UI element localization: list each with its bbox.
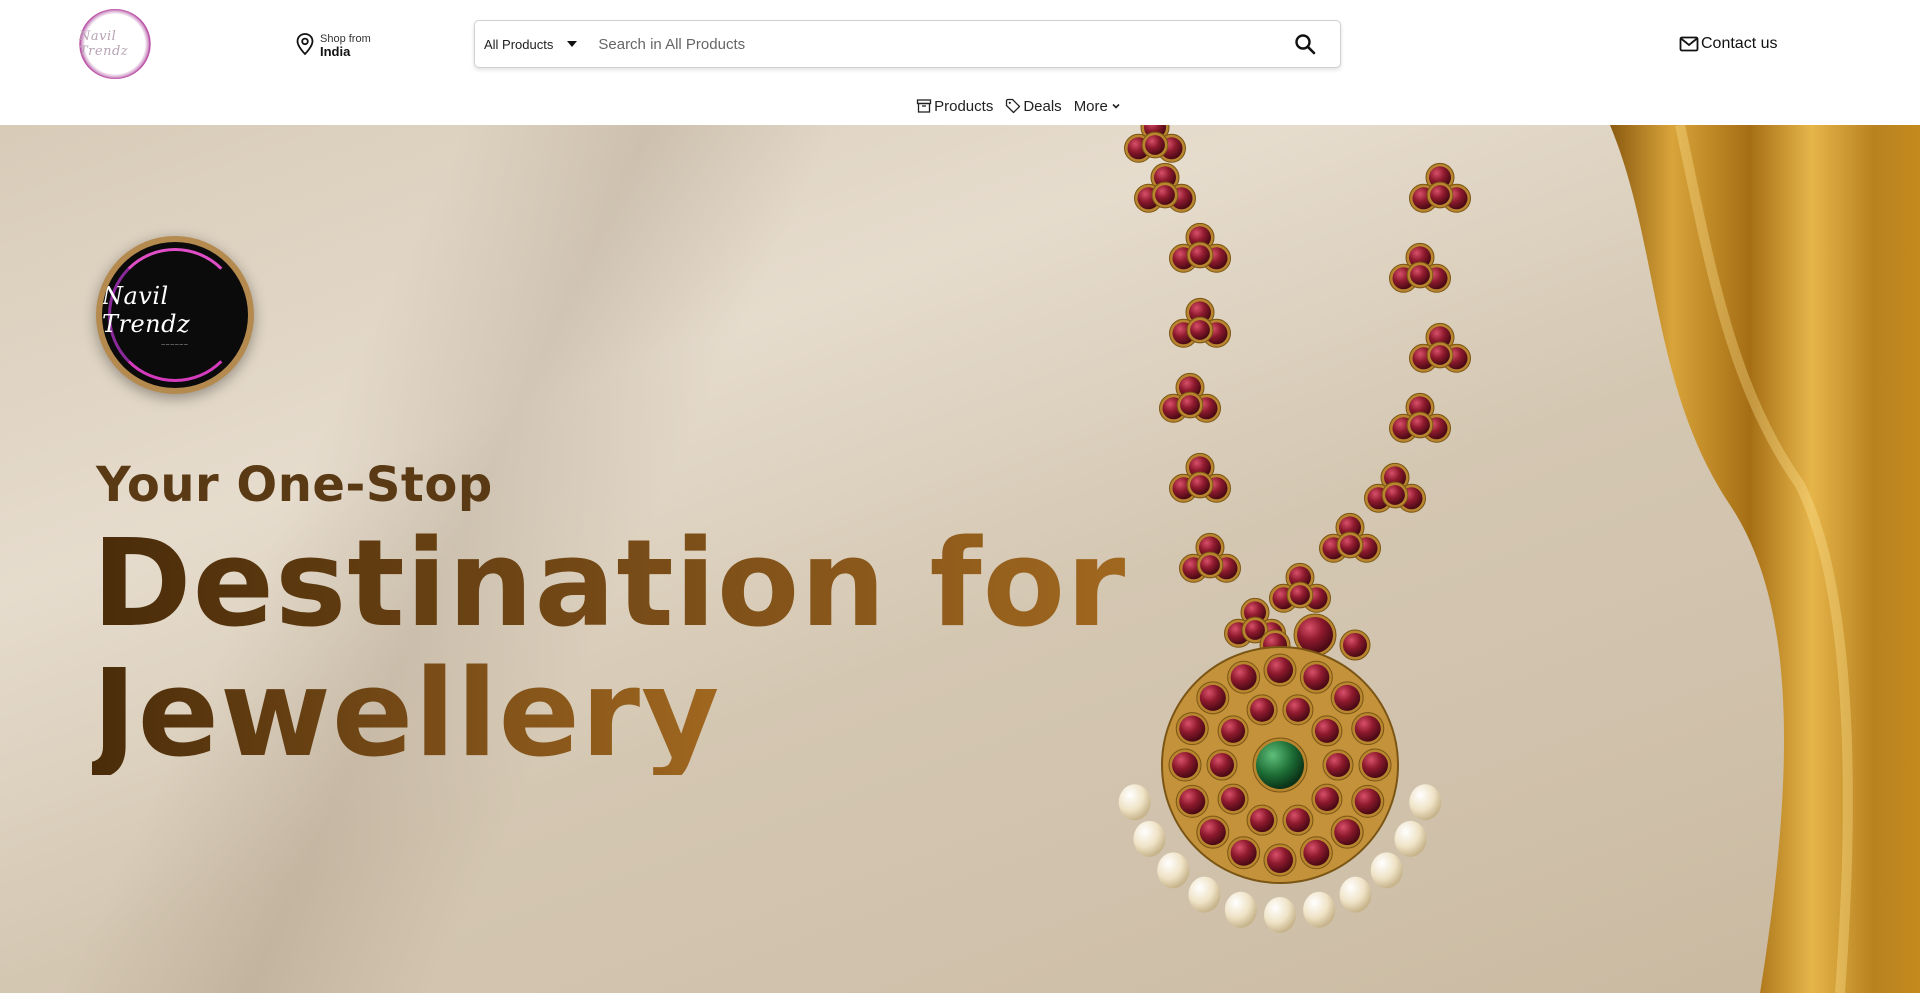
hero-heading-line-2: Jewellery: [92, 645, 721, 784]
nav-item-deals[interactable]: Deals: [1005, 97, 1062, 115]
necklace-image: [1118, 125, 1471, 933]
hero-banner: Navil Trendz ────── Your One-Stop Destin…: [0, 125, 1920, 993]
main-nav: Products Deals More: [0, 92, 1920, 120]
nav-item-more-label: More: [1073, 97, 1108, 115]
contact-us-label: Contact us: [1701, 35, 1778, 52]
search-bar: All Products: [474, 20, 1341, 68]
location-value: India: [320, 43, 351, 59]
search-button[interactable]: [1270, 21, 1340, 67]
category-select[interactable]: All Products: [475, 21, 586, 67]
chevron-down-icon: [1112, 103, 1120, 109]
search-input[interactable]: [586, 21, 1270, 67]
search-icon: [1295, 34, 1316, 55]
hero-subheading: Your One-Stop: [96, 457, 493, 513]
logo-text: Navil Trendz: [79, 29, 129, 59]
location-selector[interactable]: Shop from India: [296, 30, 371, 62]
location-pin-icon: [296, 32, 314, 60]
badge-text: Navil Trendz: [102, 282, 191, 338]
archive-box-icon: [916, 99, 932, 113]
mail-icon: [1679, 36, 1699, 52]
caret-down-icon: [567, 41, 578, 47]
site-logo[interactable]: Navil Trendz: [79, 9, 151, 79]
brand-badge: Navil Trendz ──────: [96, 236, 254, 394]
category-select-label: All Products: [484, 36, 554, 52]
nav-item-more[interactable]: More: [1074, 98, 1122, 115]
site-header: Navil Trendz Shop from India All Product…: [0, 0, 1920, 125]
nav-item-products[interactable]: Products: [916, 98, 993, 115]
nav-item-products-label: Products: [934, 97, 994, 115]
tag-icon: [1006, 98, 1021, 114]
contact-us-link[interactable]: Contact us: [1679, 32, 1777, 56]
hero-heading-line-1: Destination for: [92, 515, 1127, 654]
nav-item-deals-label: Deals: [1023, 97, 1062, 115]
